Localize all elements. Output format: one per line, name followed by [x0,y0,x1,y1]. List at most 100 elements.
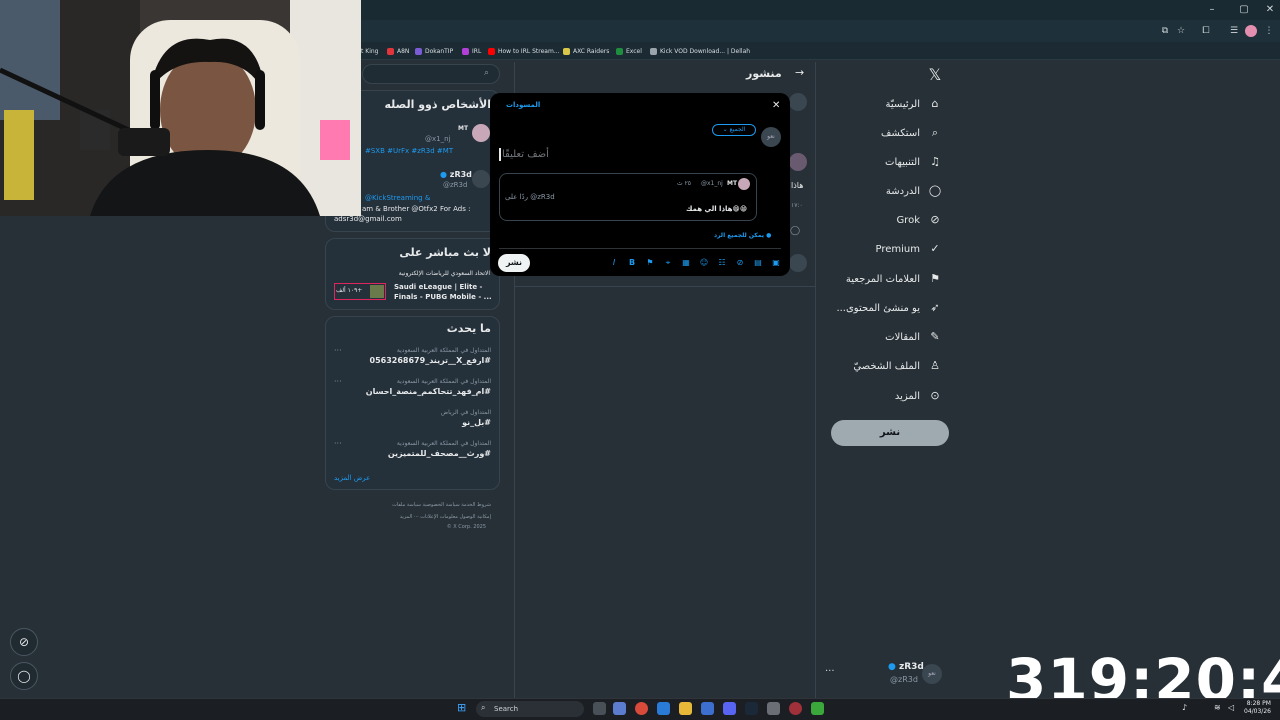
file-explorer-icon[interactable] [679,702,692,715]
bookmark-item[interactable]: | Dellah [727,44,750,58]
profile-avatar-browser[interactable] [1245,25,1257,37]
avatar [789,93,807,111]
task-view-icon[interactable] [593,702,606,715]
steam-icon[interactable] [745,702,758,715]
bookmark-item[interactable]: DokanTIP [415,44,453,58]
bookmark-item[interactable]: Kick VOD Download... [650,44,725,58]
close-icon[interactable]: ✕ [772,100,780,111]
avatar[interactable] [472,124,490,142]
edge-icon[interactable] [657,702,670,715]
person-name[interactable]: ● zR3d [440,170,472,179]
more-options-icon[interactable]: ··· [825,666,835,677]
person-handle: @x1_nj [425,135,451,143]
nav-item-grok[interactable]: Grok ⊘ [896,209,942,231]
grok-float-button[interactable]: ⊘ [10,628,38,656]
nav-item-creator-studio[interactable]: ...يو منشئ المحتوى ➶ [836,297,942,319]
poll-icon[interactable]: ☷ [717,258,727,268]
cast-icon[interactable]: ⧉ [1159,25,1171,37]
app-icon[interactable] [767,702,780,715]
extensions-icon[interactable]: ⧠ [1200,25,1212,37]
trend-context: المتداول في المملكة العربية السعودية [396,440,491,447]
bookmark-icon [415,47,422,55]
avatar[interactable] [472,170,490,188]
microphone-icon[interactable]: ♪ [1182,703,1187,712]
minimize-button[interactable]: – [1202,2,1222,18]
live-stream-title[interactable]: Saudi eLeague | Elite - Finals - PUBG Mo… [394,282,492,302]
live-title: لا بث مباشر على [399,246,491,259]
search-input[interactable] [362,64,500,84]
avatar[interactable]: نعو [922,664,942,684]
bookmark-label: Excel [626,47,642,55]
bookmark-item[interactable]: AXC Raiders [563,44,609,58]
reply-setting[interactable]: يمكن للجميع الرد ● [714,232,771,239]
location-icon[interactable]: ⌖ [663,258,673,268]
bookmark-item[interactable]: t King [361,44,378,58]
nav-item-notifications[interactable]: التنبيهات ♫ [885,151,942,173]
trend-name[interactable]: #ام_فهد_تتحاكمم_منصة_احسان [340,387,491,396]
chat-float-button[interactable]: ◯ [10,662,38,690]
x-logo-icon[interactable]: 𝕏 [926,66,944,84]
flag-icon[interactable]: ⚑ [645,258,655,268]
person-name[interactable]: MT [458,125,468,132]
post-time-partial: ١٧:٠ [791,202,803,209]
volume-icon[interactable]: ◁ [1228,703,1234,712]
schedule-icon[interactable]: ▦ [681,258,691,268]
bold-icon[interactable]: B [627,258,637,268]
taskbar-search[interactable]: Search [476,701,584,717]
taskbar-clock[interactable]: 8:28 PM 04/03/26 [1244,700,1271,716]
person-bio: am & Brother @Otfx2 For Ads : [362,205,471,213]
bookmark-item[interactable]: A8N [387,44,409,58]
live-channel[interactable]: الاتحاد السعودي للرياضات الإلكترونية [340,270,490,277]
obs-icon[interactable] [789,702,802,715]
nav-item-explore[interactable]: استكشف ⌕ [881,122,942,144]
nav-item-profile[interactable]: الملف الشخصيّ ♙ [853,355,942,377]
more-options-icon[interactable]: ··· [334,377,342,386]
image-icon[interactable]: ▣ [771,258,781,268]
trend-name[interactable]: #بل_نو [340,418,491,427]
bookmark-item[interactable]: IRL [462,44,481,58]
nav-label: المقالات [885,331,920,343]
italic-icon[interactable]: I [609,258,619,268]
trend-name[interactable]: #ورث__مصحف_للمتميزين [340,449,491,458]
trend-name[interactable]: #ارفع_X__تريند_0563268679 [340,356,491,365]
store-icon[interactable] [701,702,714,715]
kick-icon[interactable] [811,702,824,715]
nav-post-button[interactable]: نشر [831,420,949,446]
nav-item-articles[interactable]: المقالات ✎ [885,326,942,348]
nav-label: التنبيهات [885,156,920,168]
person-icon: ♙ [930,359,940,372]
bookmark-item[interactable]: How to IRL Stream... [488,44,560,58]
nav-item-premium[interactable]: Premium ✓ [876,238,943,260]
profile-name[interactable]: ● zR3d [888,662,924,672]
more-options-icon[interactable]: ··· [334,439,342,448]
reply-post-button[interactable]: نشر [498,254,530,272]
drafts-link[interactable]: المسودات [506,101,540,109]
maximize-button[interactable]: ▢ [1234,2,1254,18]
more-options-icon[interactable]: ··· [334,346,342,355]
grok-icon[interactable]: ⊘ [735,258,745,268]
footer-copyright: X Corp. 2025 © [446,524,486,530]
close-window-button[interactable]: ✕ [1260,2,1280,18]
reply-textarea[interactable]: أضف تعليقًا [502,149,549,160]
nav-item-home[interactable]: الرئيسيّة ⌂ [886,93,942,115]
copilot-icon[interactable] [613,702,626,715]
nav-item-more[interactable]: المزيد ⊙ [895,385,942,407]
nav-item-chat[interactable]: الدردشة ◯ [886,180,942,202]
nav-item-bookmarks[interactable]: العلامات المرجعية ⚑ [846,268,942,290]
star-icon[interactable]: ☆ [1175,25,1187,37]
wifi-icon[interactable]: ≋ [1214,703,1221,712]
back-arrow-icon[interactable]: → [795,66,804,79]
windows-start-icon[interactable]: ⊞ [457,702,466,714]
menu-icon[interactable]: ⋮ [1263,25,1275,37]
audience-selector[interactable]: ⌄ الجميع [712,124,756,136]
sidebar-icon[interactable]: ☰ [1228,25,1240,37]
discord-icon[interactable] [723,702,736,715]
show-more-link[interactable]: عرض المزيد [334,474,370,482]
emoji-icon[interactable]: ☺ [699,258,709,268]
chrome-icon[interactable] [635,702,648,715]
reply-icon[interactable]: ◯ [790,226,800,236]
bookmark-item[interactable]: Excel [616,44,642,58]
gif-icon[interactable]: ▤ [753,258,763,268]
footer-links[interactable]: إمكانية الوصول معلومات الإعلانات ··· الم… [340,514,491,520]
footer-links[interactable]: شروط الخدمة سياسة الخصوصية سياسة ملفات [340,502,491,508]
